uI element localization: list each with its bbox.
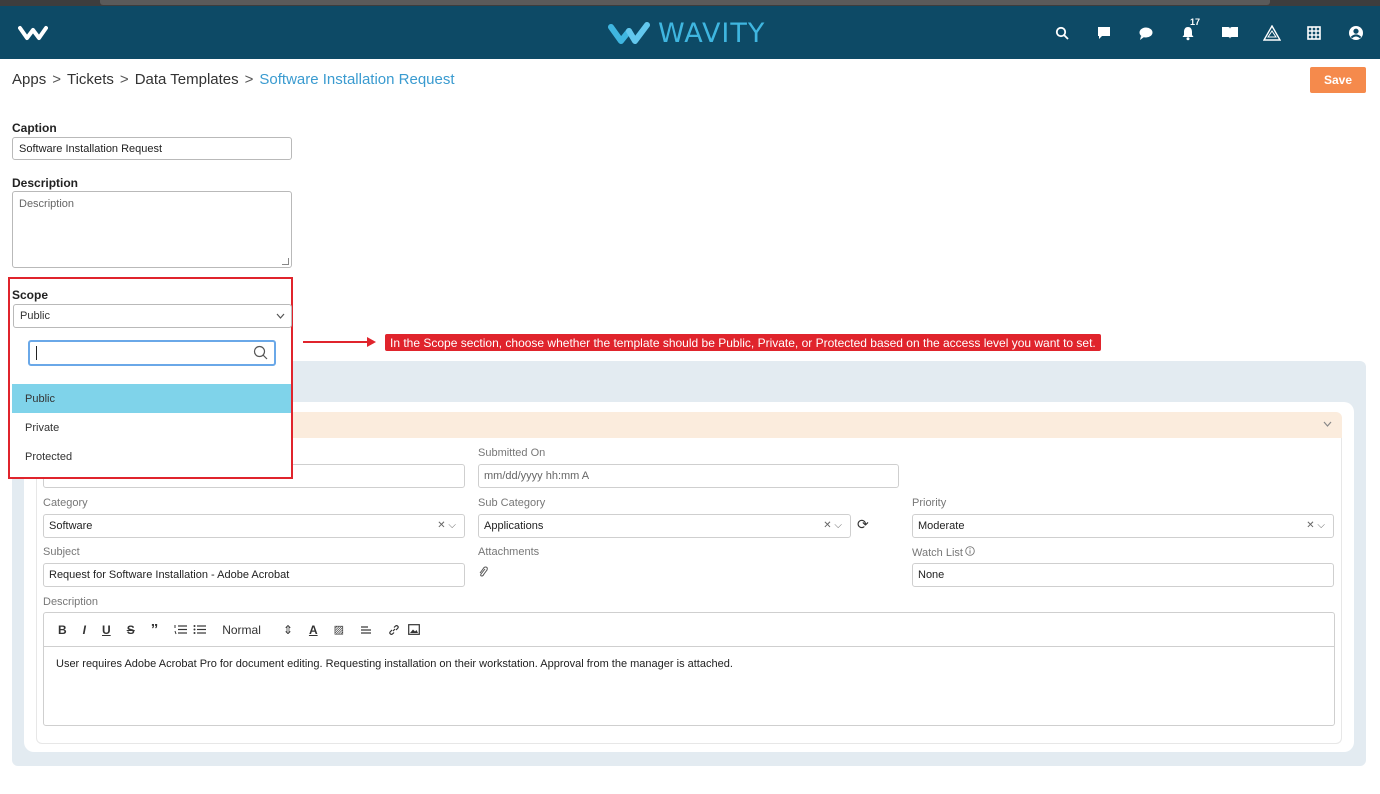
align-icon[interactable] <box>360 625 372 635</box>
watch-list-value: None <box>918 569 945 581</box>
comment-icon[interactable] <box>1136 23 1156 43</box>
blockquote-icon[interactable]: ” <box>151 621 159 638</box>
clear-dropdown-icon[interactable]: ✕ ⌵ <box>1306 520 1325 531</box>
breadcrumb-current: Software Installation Request <box>259 71 455 88</box>
priority-value: Moderate <box>918 520 965 532</box>
breadcrumb: Apps > Tickets > Data Templates > Softwa… <box>12 71 455 88</box>
ordered-list-icon[interactable] <box>174 624 188 635</box>
watch-list-label: Watch List <box>912 546 963 559</box>
description-placeholder: Description <box>19 198 75 210</box>
annotation-callout: In the Scope section, choose whether the… <box>385 334 1101 351</box>
warning-triangle-icon[interactable] <box>1262 23 1282 43</box>
subject-value: Request for Software Installation - Adob… <box>49 569 290 581</box>
top-navbar: WAVITY 17 <box>0 6 1380 59</box>
notification-count: 17 <box>1190 17 1201 27</box>
breadcrumb-data-templates[interactable]: Data Templates <box>135 71 239 88</box>
subject-label: Subject <box>43 546 80 558</box>
book-icon[interactable] <box>1220 23 1240 43</box>
editor-content[interactable]: User requires Adobe Acrobat Pro for docu… <box>56 658 733 670</box>
brand-name: WAVITY <box>658 17 766 49</box>
chevron-down-icon <box>276 310 285 322</box>
bold-icon[interactable]: B <box>58 623 67 637</box>
brand-mark-icon <box>608 22 650 44</box>
breadcrumb-separator: > <box>244 71 254 88</box>
bullet-list-icon[interactable] <box>193 624 207 635</box>
breadcrumb-separator: > <box>52 71 61 88</box>
up-down-arrows-icon[interactable]: ⇕ <box>283 623 293 637</box>
underline-icon[interactable]: U <box>102 623 111 637</box>
chat-bubble-icon[interactable] <box>1094 23 1114 43</box>
font-color-icon[interactable]: A <box>309 623 318 637</box>
format-select[interactable]: Normal <box>222 623 261 637</box>
caption-value: Software Installation Request <box>19 142 163 155</box>
strikethrough-icon[interactable]: S <box>127 623 135 637</box>
submitted-on-input[interactable]: mm/dd/yyyy hh:mm A <box>478 464 899 488</box>
bell-icon[interactable]: 17 <box>1178 17 1200 43</box>
resize-grip-icon[interactable] <box>282 258 289 265</box>
scope-label: Scope <box>12 288 49 302</box>
arrow-head-icon <box>367 337 376 347</box>
rich-text-editor[interactable]: B I U S ” Normal ⇕ A ▨ User requires Ado… <box>43 612 1335 726</box>
brand-logo[interactable]: WAVITY <box>608 16 765 50</box>
scope-select[interactable]: Public <box>13 304 292 328</box>
attachments-label: Attachments <box>478 546 540 558</box>
paperclip-icon[interactable] <box>478 566 488 581</box>
clear-dropdown-icon[interactable]: ✕ ⌵ <box>437 520 456 531</box>
browser-tab[interactable] <box>100 0 1270 5</box>
category-select[interactable]: Software ✕ ⌵ <box>43 514 465 538</box>
submitted-on-label: Submitted On <box>478 447 546 459</box>
italic-icon[interactable]: I <box>83 623 86 637</box>
breadcrumb-apps[interactable]: Apps <box>12 71 46 88</box>
watch-list-label-group: Watch List <box>912 546 975 559</box>
wavity-logo-icon[interactable] <box>18 24 48 42</box>
scope-option-public[interactable]: Public <box>12 384 291 413</box>
scope-highlight: Scope Public Public Private Protected <box>8 277 293 479</box>
chevron-down-icon[interactable] <box>1323 418 1332 430</box>
subject-input[interactable]: Request for Software Installation - Adob… <box>43 563 465 587</box>
format-value: Normal <box>222 622 261 637</box>
info-icon[interactable] <box>965 546 975 559</box>
breadcrumb-separator: > <box>119 71 129 88</box>
clear-dropdown-icon[interactable]: ✕ ⌵ <box>823 520 842 531</box>
description-textarea[interactable]: Description <box>12 191 292 268</box>
sub-category-label: Sub Category <box>478 497 546 509</box>
priority-label: Priority <box>912 497 947 509</box>
preview-description-label: Description <box>43 596 99 608</box>
scope-selected-value: Public <box>20 310 50 322</box>
scope-option-protected[interactable]: Protected <box>12 442 291 471</box>
sub-category-select[interactable]: Applications ✕ ⌵ <box>478 514 851 538</box>
priority-select[interactable]: Moderate ✕ ⌵ <box>912 514 1334 538</box>
image-icon[interactable] <box>408 624 420 635</box>
description-label: Description <box>12 176 79 190</box>
user-circle-icon[interactable] <box>1346 23 1366 43</box>
search-icon[interactable] <box>1052 23 1072 43</box>
save-button[interactable]: Save <box>1310 67 1366 93</box>
caption-input[interactable]: Software Installation Request <box>12 137 292 160</box>
breadcrumb-tickets[interactable]: Tickets <box>67 71 114 88</box>
editor-toolbar: B I U S ” Normal ⇕ A ▨ <box>44 613 1334 647</box>
search-icon <box>253 345 268 363</box>
category-label: Category <box>43 497 88 509</box>
grid-icon[interactable] <box>1304 23 1324 43</box>
scope-option-private[interactable]: Private <box>12 413 291 442</box>
sub-category-value: Applications <box>484 520 544 532</box>
text-cursor <box>36 346 37 360</box>
annotation-arrow <box>303 341 369 343</box>
watch-list-input[interactable]: None <box>912 563 1334 587</box>
refresh-icon[interactable]: ⟳ <box>857 516 869 533</box>
caption-label: Caption <box>12 121 57 135</box>
scope-search-input[interactable] <box>28 340 276 366</box>
submitted-on-placeholder: mm/dd/yyyy hh:mm A <box>484 470 590 482</box>
category-value: Software <box>49 520 93 532</box>
link-icon[interactable] <box>388 624 400 636</box>
background-color-icon[interactable]: ▨ <box>334 623 344 636</box>
